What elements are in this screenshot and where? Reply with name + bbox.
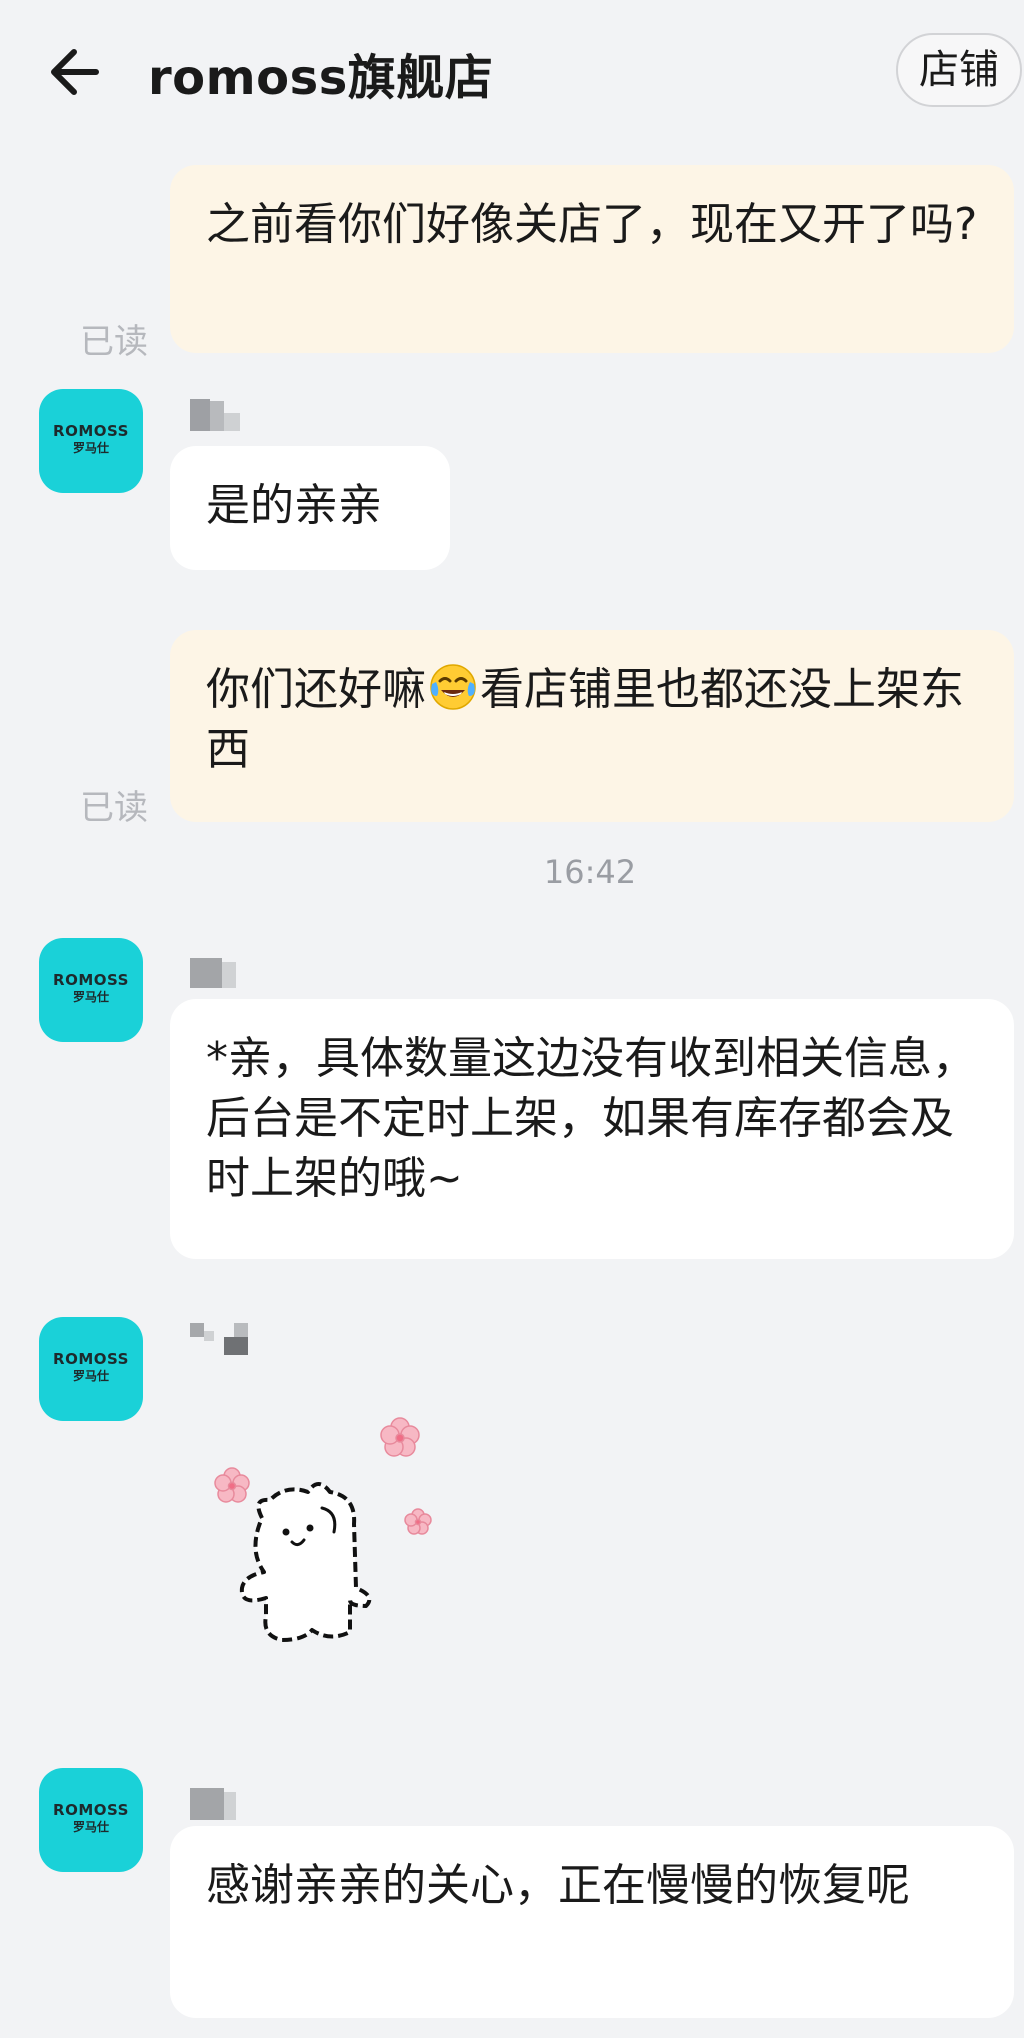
avatar-brand-cn: 罗马仕 bbox=[72, 441, 109, 455]
shop-button[interactable]: 店铺 bbox=[896, 33, 1022, 107]
shop-avatar[interactable]: ROMOSS 罗马仕 bbox=[39, 389, 143, 493]
bear-with-flowers-icon bbox=[214, 1417, 432, 1642]
read-status: 已读 bbox=[80, 322, 148, 362]
shop-avatar[interactable]: ROMOSS 罗马仕 bbox=[39, 1768, 143, 1872]
message-bubble-outgoing[interactable]: 之前看你们好像关店了，现在又开了吗? bbox=[170, 165, 1014, 353]
message-bubble-outgoing[interactable]: 你们还好嘛 看店铺里也都还没上架东西 bbox=[170, 630, 1014, 822]
sender-name-redacted bbox=[190, 958, 260, 992]
message-bubble-incoming[interactable]: *亲，具体数量这边没有收到相关信息，后台是不定时上架，如果有库存都会及时上架的哦… bbox=[170, 999, 1014, 1259]
avatar-brand-cn: 罗马仕 bbox=[72, 990, 109, 1004]
back-button[interactable] bbox=[44, 40, 108, 104]
avatar-brand-cn: 罗马仕 bbox=[72, 1369, 109, 1383]
avatar-brand: ROMOSS bbox=[53, 1350, 129, 1368]
shop-avatar[interactable]: ROMOSS 罗马仕 bbox=[39, 938, 143, 1042]
avatar-brand: ROMOSS bbox=[53, 1801, 129, 1819]
avatar-brand: ROMOSS bbox=[53, 971, 129, 989]
timestamp: 16:42 bbox=[543, 853, 637, 891]
sender-name-redacted bbox=[190, 1323, 260, 1357]
sender-name-redacted bbox=[190, 1788, 260, 1822]
avatar-brand: ROMOSS bbox=[53, 422, 129, 440]
message-text: 你们还好嘛 bbox=[206, 664, 426, 715]
face-with-tears-of-joy-icon bbox=[430, 664, 476, 710]
message-bubble-incoming[interactable]: 是的亲亲 bbox=[170, 446, 450, 570]
arrow-left-icon bbox=[51, 49, 99, 95]
avatar-brand-cn: 罗马仕 bbox=[72, 1820, 109, 1834]
bear-sticker[interactable] bbox=[200, 1400, 440, 1680]
top-bar: romoss旗舰店 店铺 bbox=[0, 0, 1024, 140]
message-bubble-incoming[interactable]: 感谢亲亲的关心，正在慢慢的恢复呢 bbox=[170, 1826, 1014, 2018]
read-status: 已读 bbox=[80, 788, 148, 828]
shop-avatar[interactable]: ROMOSS 罗马仕 bbox=[39, 1317, 143, 1421]
sender-name-redacted bbox=[190, 399, 260, 433]
chat-title: romoss旗舰店 bbox=[148, 50, 494, 106]
